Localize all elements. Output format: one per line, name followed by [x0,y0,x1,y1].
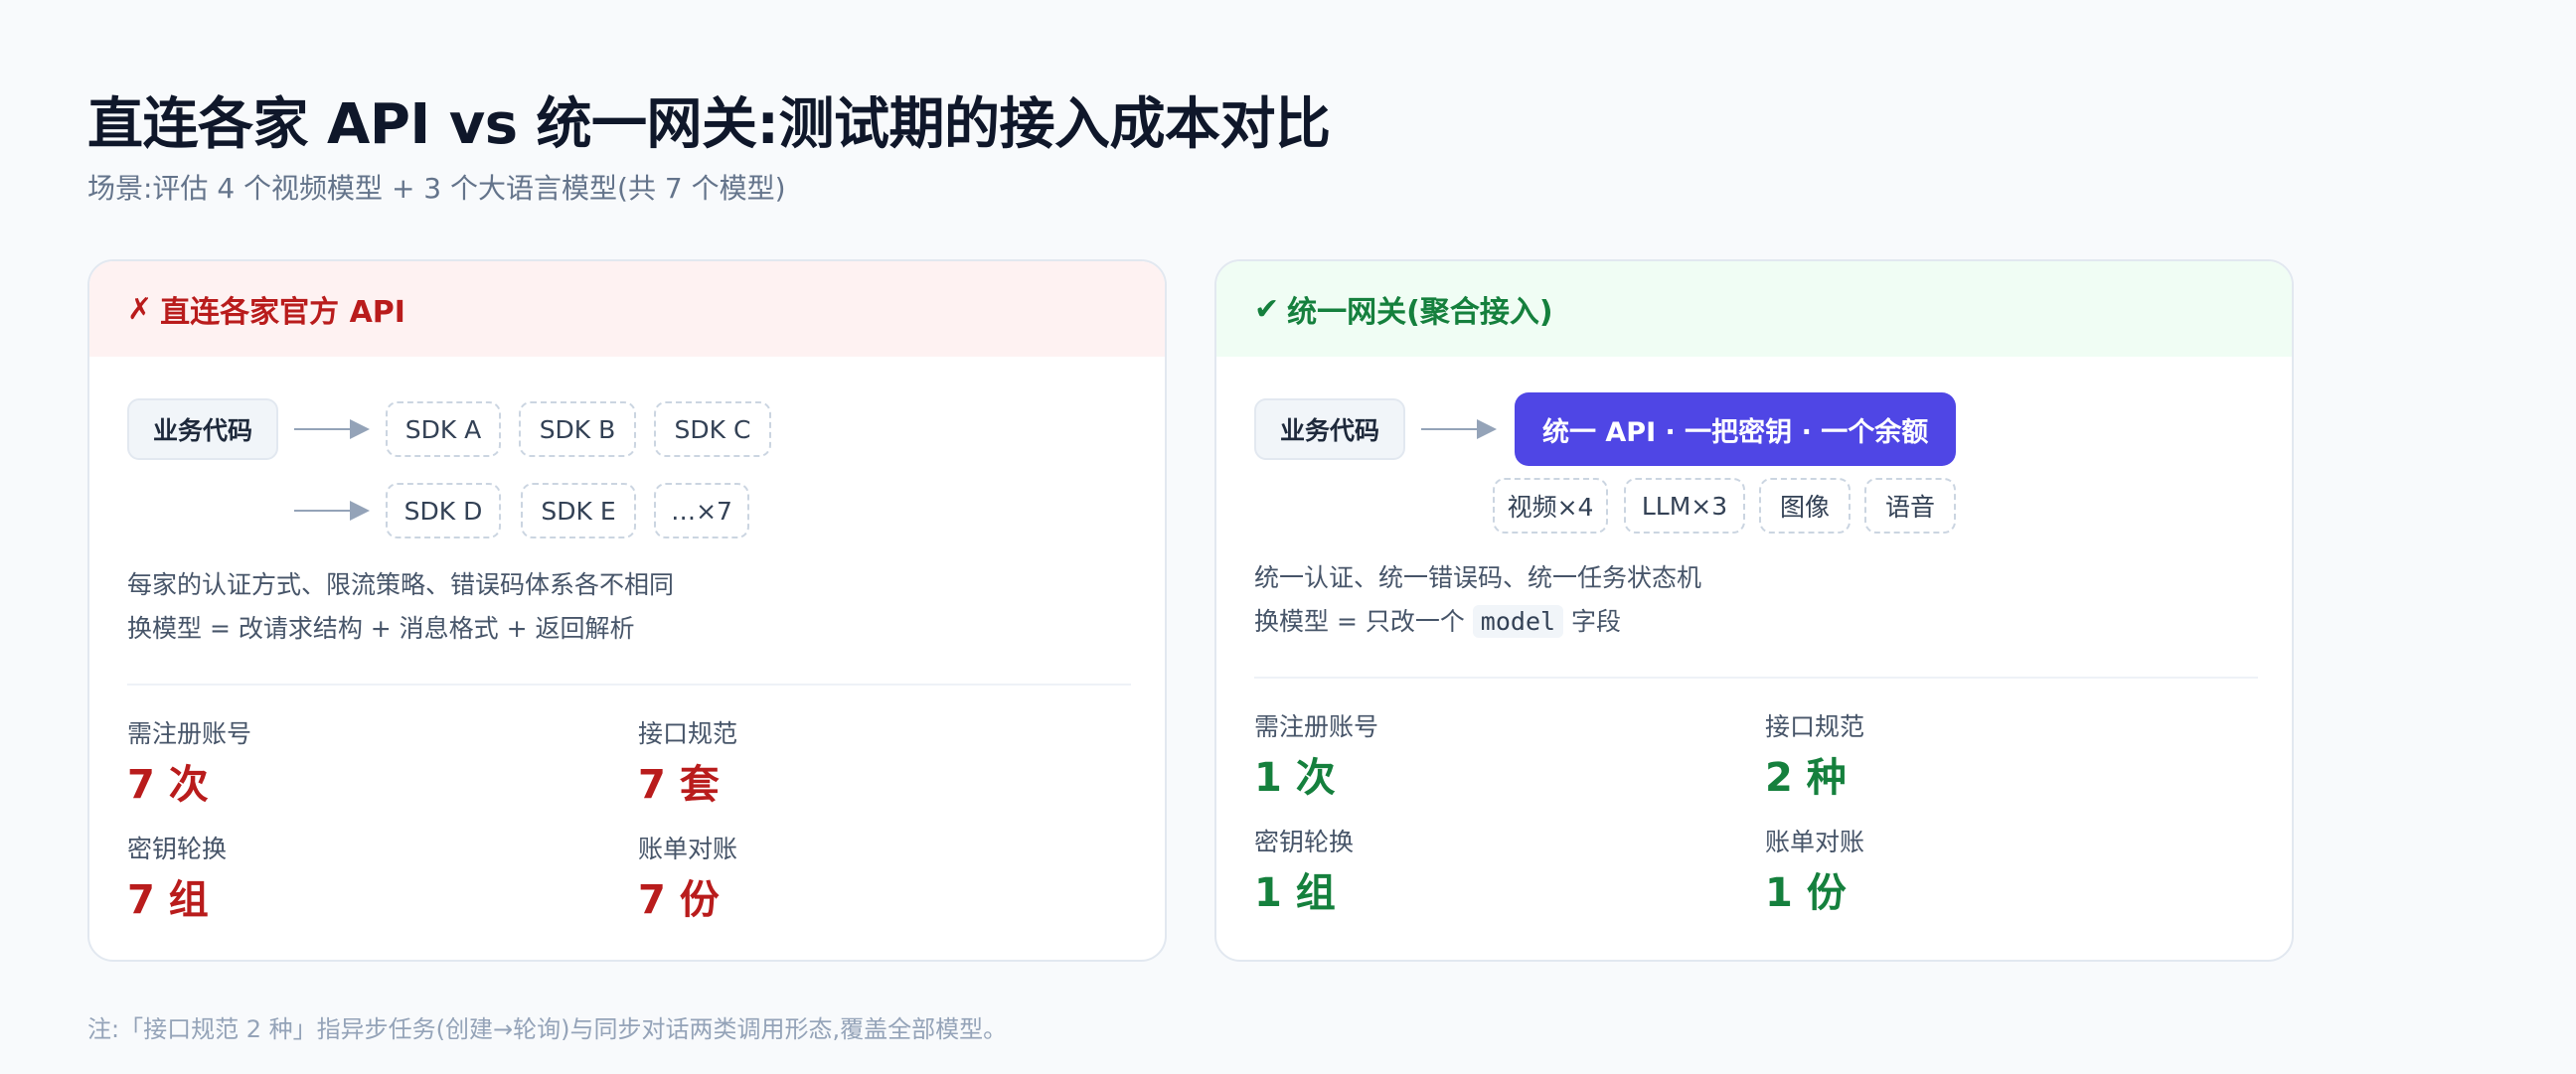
check-icon: ✔ [1254,291,1280,327]
metric-value: 7 份 [638,877,720,923]
metric-value: 1 次 [1254,755,1336,801]
direct-api-card-title: 直连各家官方 API [160,295,405,330]
arrow-right-icon [1421,419,1497,439]
divider [1254,677,2258,679]
arrow-right-icon [294,501,370,521]
metric-label: 密钥轮换 [127,835,228,863]
capability-tag: 语音 [1864,478,1956,534]
metric-label: 接口规范 [1765,712,1865,741]
page-title: 直连各家 API vs 统一网关:测试期的接入成本对比 [87,92,1331,157]
description-line: 每家的认证方式、限流策略、错误码体系各不相同 [127,570,675,599]
description-text: 换模型 = 只改一个 [1254,607,1465,636]
direct-api-card: ✗ 直连各家官方 API 业务代码 SDK A SDK B SDK C SDK … [87,259,1167,962]
sdk-box: …×7 [654,483,749,538]
sdk-box: SDK A [386,401,501,457]
description-line: 换模型 = 只改一个 model 字段 [1254,600,1621,644]
description-line: 统一认证、统一错误码、统一任务状态机 [1254,563,1702,592]
sdk-box: SDK C [654,401,771,457]
direct-api-card-header: ✗ 直连各家官方 API [89,261,1165,357]
sdk-box: SDK D [386,483,501,538]
unified-gateway-card: ✔ 统一网关(聚合接入) 业务代码 统一 API · 一把密钥 · 一个余额 视… [1214,259,2294,962]
description-text: 字段 [1571,607,1622,636]
metric-value: 7 套 [638,762,720,808]
arrow-right-icon [294,419,370,439]
metric-label: 密钥轮换 [1254,828,1355,856]
sdk-box: SDK B [519,401,636,457]
footnote: 注:「接口规范 2 种」指异步任务(创建→轮询)与同步对话两类调用形态,覆盖全部… [87,1015,1008,1043]
metric-value: 2 种 [1765,755,1847,801]
page-subtitle: 场景:评估 4 个视频模型 + 3 个大语言模型(共 7 个模型) [87,172,786,205]
metric-label: 需注册账号 [127,719,252,748]
business-code-box: 业务代码 [1254,398,1406,460]
unified-gateway-card-header: ✔ 统一网关(聚合接入) [1216,261,2292,357]
cross-icon: ✗ [127,291,153,327]
metric-value: 7 组 [127,877,209,923]
divider [127,684,1131,686]
description-line: 换模型 = 改请求结构 + 消息格式 + 返回解析 [127,614,635,643]
metric-label: 账单对账 [1765,828,1865,856]
metric-value: 1 份 [1765,870,1847,916]
capability-tag: 视频×4 [1493,478,1608,534]
unified-api-box: 统一 API · 一把密钥 · 一个余额 [1515,392,1957,466]
capability-tag: LLM×3 [1624,478,1745,534]
unified-gateway-card-title: 统一网关(聚合接入) [1287,295,1553,330]
metric-label: 接口规范 [638,719,738,748]
metric-label: 需注册账号 [1254,712,1379,741]
business-code-box: 业务代码 [127,398,279,460]
capability-tag: 图像 [1759,478,1851,534]
metric-value: 1 组 [1254,870,1336,916]
metric-value: 7 次 [127,762,209,808]
sdk-box: SDK E [521,483,636,538]
metric-label: 账单对账 [638,835,738,863]
model-field-code: model [1472,605,1564,638]
